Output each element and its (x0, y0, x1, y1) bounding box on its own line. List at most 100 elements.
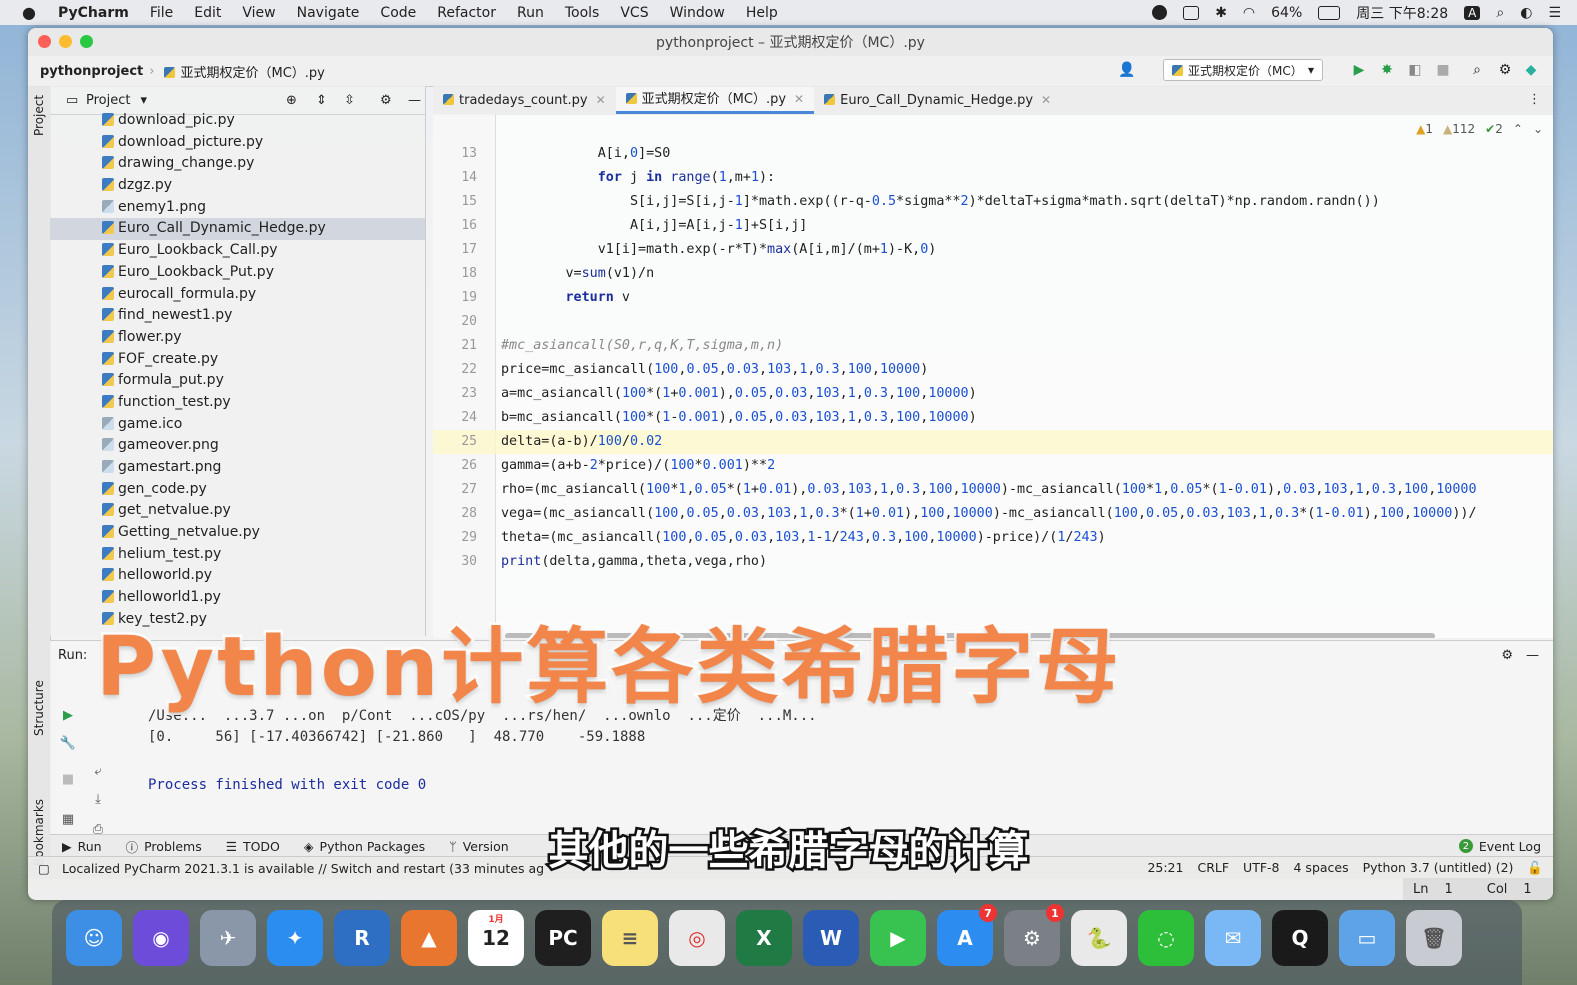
code-line[interactable]: 28 vega=(mc_asiancall(100,0.05,0.03,103,1… (433, 502, 1553, 526)
breadcrumb-project[interactable]: pythonproject (40, 64, 143, 79)
menu-file[interactable]: File (150, 5, 173, 21)
code-line[interactable]: 14 for j in range(1,m+1): (433, 166, 1553, 190)
dock-r-icon[interactable]: R (334, 910, 390, 966)
dock-notes-icon[interactable]: ≡ (602, 910, 658, 966)
project-tool-tab[interactable]: Project (32, 95, 46, 136)
minimize-window-button[interactable] (59, 35, 72, 48)
close-tab-icon[interactable]: ✕ (596, 93, 606, 107)
rerun-icon[interactable]: ▶ (60, 707, 76, 723)
menu-run[interactable]: Run (517, 5, 544, 21)
code-line[interactable]: 24 b=mc_asiancall(100*(1-0.001),0.05,0.03… (433, 406, 1553, 430)
file-tree-item[interactable]: helloworld.py (50, 565, 425, 587)
editor-tab[interactable]: tradedays_count.py ✕ (433, 87, 616, 114)
menu-help[interactable]: Help (746, 5, 778, 21)
menu-edit[interactable]: Edit (194, 5, 221, 21)
close-tab-icon[interactable]: ✕ (794, 92, 804, 106)
apple-menu-icon[interactable]: ● (22, 3, 42, 22)
bluetooth-icon[interactable]: ✱ (1215, 5, 1227, 21)
code-line[interactable]: 20 (433, 310, 1553, 334)
file-tree-item[interactable]: drawing_change.py (50, 153, 425, 175)
code-line[interactable]: 17 v1[i]=math.exp(-r*T)*max(A[i,m]/(m+1)… (433, 238, 1553, 262)
menu-refactor[interactable]: Refactor (437, 5, 496, 21)
dock-safari-icon[interactable]: ✦ (267, 910, 323, 966)
file-tree-item[interactable]: Getting_netvalue.py (50, 522, 425, 544)
coverage-icon[interactable]: ◧ (1406, 61, 1424, 79)
battery-icon[interactable] (1318, 5, 1341, 20)
dock-launchpad-icon[interactable]: ✈ (200, 910, 256, 966)
dock-matlab-icon[interactable]: ▲ (401, 910, 457, 966)
input-method-indicator[interactable]: A (1464, 5, 1481, 20)
dock-mail-icon[interactable]: ✉ (1205, 910, 1261, 966)
menu-window[interactable]: Window (670, 5, 725, 21)
file-tree-item[interactable]: eurocall_formula.py (50, 284, 425, 306)
close-tab-icon[interactable]: ✕ (1041, 93, 1051, 107)
file-tree-item[interactable]: download_picture.py (50, 132, 425, 154)
control-center-icon[interactable]: ☰ (1548, 5, 1561, 21)
plugin-status-icon[interactable]: ◆ (1522, 61, 1540, 79)
code-line[interactable]: 23 a=mc_asiancall(100*(1+0.001),0.05,0.03… (433, 382, 1553, 406)
code-line[interactable]: 25 delta=(a-b)/100/0.02 (433, 430, 1553, 454)
clock[interactable]: 周三 下午8:28 (1356, 3, 1448, 23)
menu-code[interactable]: Code (380, 5, 416, 21)
code-line[interactable]: 13 A[i,0]=S0 (433, 142, 1553, 166)
code-line[interactable]: 22 price=mc_asiancall(100,0.05,0.03,103,1… (433, 358, 1553, 382)
menu-tools[interactable]: Tools (565, 5, 600, 21)
hide-panel-icon[interactable]: — (408, 93, 421, 108)
expand-all-icon[interactable]: ⇕ (316, 93, 327, 108)
editor-tab[interactable]: Euro_Call_Dynamic_Hedge.py ✕ (814, 87, 1061, 114)
run-icon[interactable]: ▶ (1350, 61, 1368, 79)
soft-wrap-icon[interactable]: ⤶ (90, 763, 106, 779)
dock-calendar-icon[interactable]: 12 1月 (468, 910, 524, 966)
dock-system-preferences-icon[interactable]: ⚙ 1 (1004, 904, 1064, 966)
dock-excel-icon[interactable]: X (736, 910, 792, 966)
file-tree-item[interactable]: get_netvalue.py (50, 500, 425, 522)
file-tree-item[interactable]: Euro_Lookback_Put.py (50, 262, 425, 284)
inspection-widget[interactable]: ▲1 ▲112 ✔2 ⌃ ⌄ (1416, 122, 1543, 136)
code-line[interactable]: 16 A[i,j]=A[i,j-1]+S[i,j] (433, 214, 1553, 238)
wifi-icon[interactable]: ◠ (1243, 5, 1255, 21)
menu-view[interactable]: View (242, 5, 275, 21)
project-view-selector[interactable]: Project (86, 93, 130, 108)
chevron-up-icon[interactable]: ⌃ (1513, 122, 1523, 136)
search-icon[interactable]: ⌕ (1468, 61, 1486, 79)
dock-quicktime-icon[interactable]: Q (1272, 910, 1328, 966)
siri-icon[interactable]: ◐ (1520, 5, 1532, 21)
dock-finder-icon[interactable]: ☺ (66, 910, 122, 966)
code-line[interactable]: 21 #mc_asiancall(S0,r,q,K,T,sigma,m,n) (433, 334, 1553, 358)
code-line[interactable]: 18 v=sum(v1)/n (433, 262, 1553, 286)
stop-run-icon[interactable]: ■ (60, 771, 76, 787)
hide-run-panel-icon[interactable]: — (1526, 648, 1539, 663)
file-tree-item[interactable]: find_newest1.py (50, 305, 425, 327)
scroll-to-end-icon[interactable]: ⤓ (90, 791, 106, 807)
file-tree-item[interactable]: formula_put.py (50, 370, 425, 392)
editor-tab-active[interactable]: 亚式期权定价（MC）.py ✕ (615, 87, 815, 114)
menu-vcs[interactable]: VCS (620, 5, 648, 21)
modify-config-wrench-icon[interactable]: 🔧 (60, 735, 76, 751)
display-icon[interactable] (1183, 5, 1200, 20)
user-account-icon[interactable]: 👤 (1118, 61, 1136, 79)
dock-wechat-icon[interactable]: ◌ (1138, 910, 1194, 966)
code-line[interactable]: 26 gamma=(a+b-2*price)/(100*0.001)**2 (433, 454, 1553, 478)
code-line[interactable]: 30 print(delta,gamma,theta,vega,rho) (433, 550, 1553, 574)
panel-settings-gear-icon[interactable]: ⚙ (380, 93, 392, 108)
collapse-all-icon[interactable]: ⇳ (344, 93, 355, 108)
zoom-window-button[interactable] (80, 35, 93, 48)
file-tree-item[interactable]: gen_code.py (50, 479, 425, 501)
code-line[interactable]: 19 return v (433, 286, 1553, 310)
file-tree-item[interactable]: download_pic.py (50, 110, 425, 132)
stop-icon[interactable]: ■ (1434, 61, 1452, 79)
structure-tool-tab[interactable]: Structure (32, 680, 46, 736)
record-status-icon[interactable] (1152, 5, 1168, 20)
settings-gear-icon[interactable]: ⚙ (1496, 61, 1514, 79)
dock-pycharm-icon[interactable]: PC (535, 910, 591, 966)
file-tree-item[interactable]: dzgz.py (50, 175, 425, 197)
code-line[interactable]: 27 rho=(mc_asiancall(100*1,0.05*(1+0.01),… (433, 478, 1553, 502)
file-tree-item[interactable]: function_test.py (50, 392, 425, 414)
close-window-button[interactable] (38, 35, 51, 48)
breadcrumb-file[interactable]: 亚式期权定价（MC）.py (164, 62, 325, 81)
chevron-down-icon[interactable]: ⌄ (1533, 122, 1543, 136)
menu-navigate[interactable]: Navigate (297, 5, 360, 21)
debug-icon[interactable]: ✸ (1378, 61, 1396, 79)
dock-facetime-icon[interactable]: ▶ (870, 910, 926, 966)
file-tree-item[interactable]: gameover.png (50, 435, 425, 457)
